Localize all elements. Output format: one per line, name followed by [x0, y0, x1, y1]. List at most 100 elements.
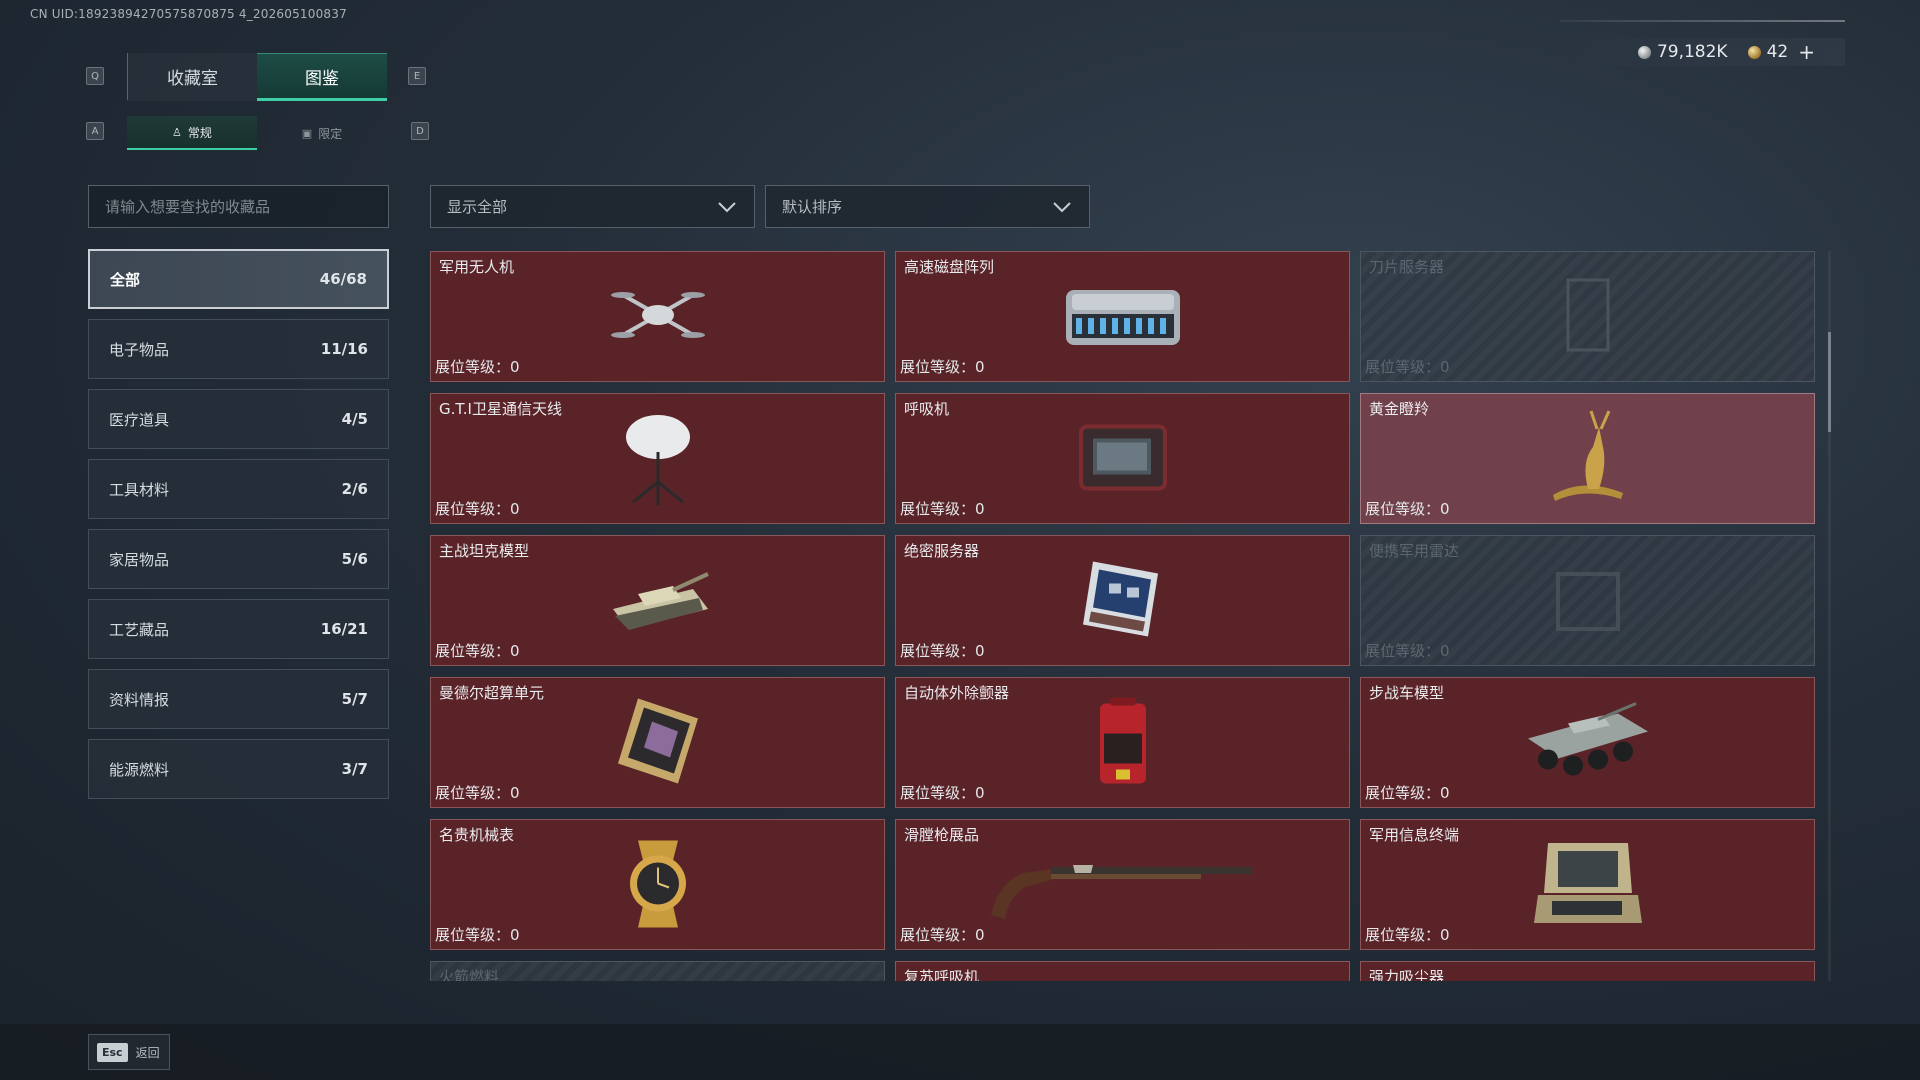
- level-label: 展位等级：: [435, 642, 511, 660]
- category-fuel[interactable]: 能源燃料 3/7: [88, 739, 389, 799]
- level-label: 展位等级：: [1365, 784, 1441, 802]
- chevron-down-icon: [1053, 201, 1071, 212]
- collection-item-card[interactable]: 滑膛枪展品 展位等级：0: [895, 819, 1350, 950]
- item-level: 展位等级：0: [435, 640, 520, 661]
- collection-item-card[interactable]: 步战车模型 展位等级：0: [1360, 677, 1815, 808]
- item-name: 黄金瞪羚: [1369, 400, 1430, 418]
- level-label: 展位等级：: [900, 358, 976, 376]
- collection-item-card[interactable]: 名贵机械表 展位等级：0: [430, 819, 885, 950]
- item-level: 展位等级：0: [900, 924, 985, 945]
- golden-gazelle-icon: [1533, 407, 1643, 511]
- tab-collection-room[interactable]: 收藏室: [127, 53, 257, 101]
- collection-item-card[interactable]: 军用无人机 展位等级：0: [430, 251, 885, 382]
- show-filter-dropdown[interactable]: 显示全部: [430, 185, 755, 228]
- collection-item-card[interactable]: 便携军用雷达 展位等级：0: [1360, 535, 1815, 666]
- item-name: 主战坦克模型: [439, 542, 530, 560]
- add-currency-button[interactable]: +: [1798, 40, 1815, 64]
- sub-tabs: ♙ 常规 ▣ 限定: [127, 116, 387, 150]
- category-intel[interactable]: 资料情报 5/7: [88, 669, 389, 729]
- item-name: 高速磁盘阵列: [904, 258, 995, 276]
- category-name: 全部: [110, 270, 141, 289]
- level-label: 展位等级：: [900, 926, 976, 944]
- collection-item-card[interactable]: 强力吸尘器: [1360, 961, 1815, 981]
- item-level: 展位等级：0: [1365, 356, 1450, 377]
- level-label: 展位等级：: [900, 500, 976, 518]
- category-crafts[interactable]: 工艺藏品 16/21: [88, 599, 389, 659]
- category-household[interactable]: 家居物品 5/6: [88, 529, 389, 589]
- level-label: 展位等级：: [435, 358, 511, 376]
- level-value: 0: [975, 358, 985, 376]
- scrollbar-thumb[interactable]: [1828, 332, 1831, 432]
- level-value: 0: [1440, 500, 1450, 518]
- silver-coin-icon: [1637, 45, 1651, 59]
- item-name: 曼德尔超算单元: [439, 684, 545, 702]
- category-count: 2/6: [341, 480, 368, 498]
- level-value: 0: [510, 784, 520, 802]
- collection-item-card[interactable]: 主战坦克模型展位等级：0: [430, 535, 885, 666]
- satellite-dish-icon: [613, 407, 703, 511]
- item-name: 火箭燃料: [439, 968, 500, 981]
- ifv-model-icon: [1518, 693, 1658, 792]
- search-input[interactable]: [105, 197, 372, 216]
- collection-item-card[interactable]: 火箭燃料: [430, 961, 885, 981]
- level-value: 0: [975, 500, 985, 518]
- esc-key-hint: Esc: [97, 1042, 128, 1062]
- subtab-limited-label: 限定: [318, 126, 343, 141]
- item-level: 展位等级：0: [900, 640, 985, 661]
- item-name: 复苏呼吸机: [904, 968, 980, 981]
- category-electronics[interactable]: 电子物品 11/16: [88, 319, 389, 379]
- collection-item-card[interactable]: 复苏呼吸机: [895, 961, 1350, 981]
- musket-icon: [983, 843, 1263, 927]
- currency-bar: 79,182K 42 +: [1560, 38, 1845, 66]
- item-level: 展位等级：0: [1365, 924, 1450, 945]
- item-name: 强力吸尘器: [1369, 968, 1445, 981]
- category-count: 16/21: [320, 620, 368, 638]
- level-value: 0: [1440, 642, 1450, 660]
- player-uid: CN UID:18923894270575870875 4_2026051008…: [30, 7, 347, 21]
- sort-dropdown[interactable]: 默认排序: [765, 185, 1090, 228]
- level-value: 0: [1440, 358, 1450, 376]
- subtab-regular[interactable]: ♙ 常规: [127, 116, 257, 150]
- defibrillator-icon: [1088, 693, 1158, 792]
- level-label: 展位等级：: [435, 926, 511, 944]
- key-hint-a: A: [86, 122, 104, 140]
- item-level: 展位等级：0: [435, 924, 520, 945]
- collection-item-card[interactable]: 黄金瞪羚 展位等级：0: [1360, 393, 1815, 524]
- category-count: 5/7: [341, 690, 368, 708]
- collection-item-card[interactable]: 曼德尔超算单元展位等级：0: [430, 677, 885, 808]
- sort-value: 默认排序: [782, 198, 843, 216]
- level-label: 展位等级：: [900, 642, 976, 660]
- category-medical[interactable]: 医疗道具 4/5: [88, 389, 389, 449]
- level-label: 展位等级：: [1365, 358, 1441, 376]
- tab-codex[interactable]: 图鉴: [257, 53, 387, 101]
- collection-item-card[interactable]: 刀片服务器 展位等级：0: [1360, 251, 1815, 382]
- collection-item-card[interactable]: 呼吸机 展位等级：0: [895, 393, 1350, 524]
- silver-amount: 79,182K: [1656, 42, 1728, 62]
- level-value: 0: [975, 642, 985, 660]
- item-name: 军用信息终端: [1369, 826, 1460, 844]
- collection-item-card[interactable]: 军用信息终端展位等级：0: [1360, 819, 1815, 950]
- terminal-icon: [1528, 833, 1648, 937]
- collection-item-card[interactable]: 绝密服务器 展位等级：0: [895, 535, 1350, 666]
- image-icon: ▣: [301, 126, 313, 140]
- back-button[interactable]: Esc 返回: [88, 1034, 170, 1070]
- category-count: 46/68: [319, 270, 367, 288]
- subtab-limited[interactable]: ▣ 限定: [257, 116, 387, 150]
- subtab-regular-label: 常规: [187, 125, 212, 140]
- item-level: 展位等级：0: [1365, 640, 1450, 661]
- supercomputer-icon: [608, 693, 708, 792]
- category-tools[interactable]: 工具材料 2/6: [88, 459, 389, 519]
- category-name: 工具材料: [109, 480, 170, 499]
- category-all[interactable]: 全部 46/68: [88, 249, 389, 309]
- collection-item-card[interactable]: 高速磁盘阵列展位等级：0: [895, 251, 1350, 382]
- item-level: 展位等级：0: [435, 498, 520, 519]
- item-level: 展位等级：0: [435, 782, 520, 803]
- search-box: [88, 185, 389, 228]
- item-level: 展位等级：0: [900, 356, 985, 377]
- level-value: 0: [510, 926, 520, 944]
- category-name: 工艺藏品: [109, 620, 170, 639]
- collection-item-card[interactable]: G.T.I卫星通信天线展位等级：0: [430, 393, 885, 524]
- collection-item-card[interactable]: 自动体外除颤器 展位等级：0: [895, 677, 1350, 808]
- radar-icon: [1543, 554, 1633, 648]
- item-name: G.T.I卫星通信天线: [439, 400, 562, 418]
